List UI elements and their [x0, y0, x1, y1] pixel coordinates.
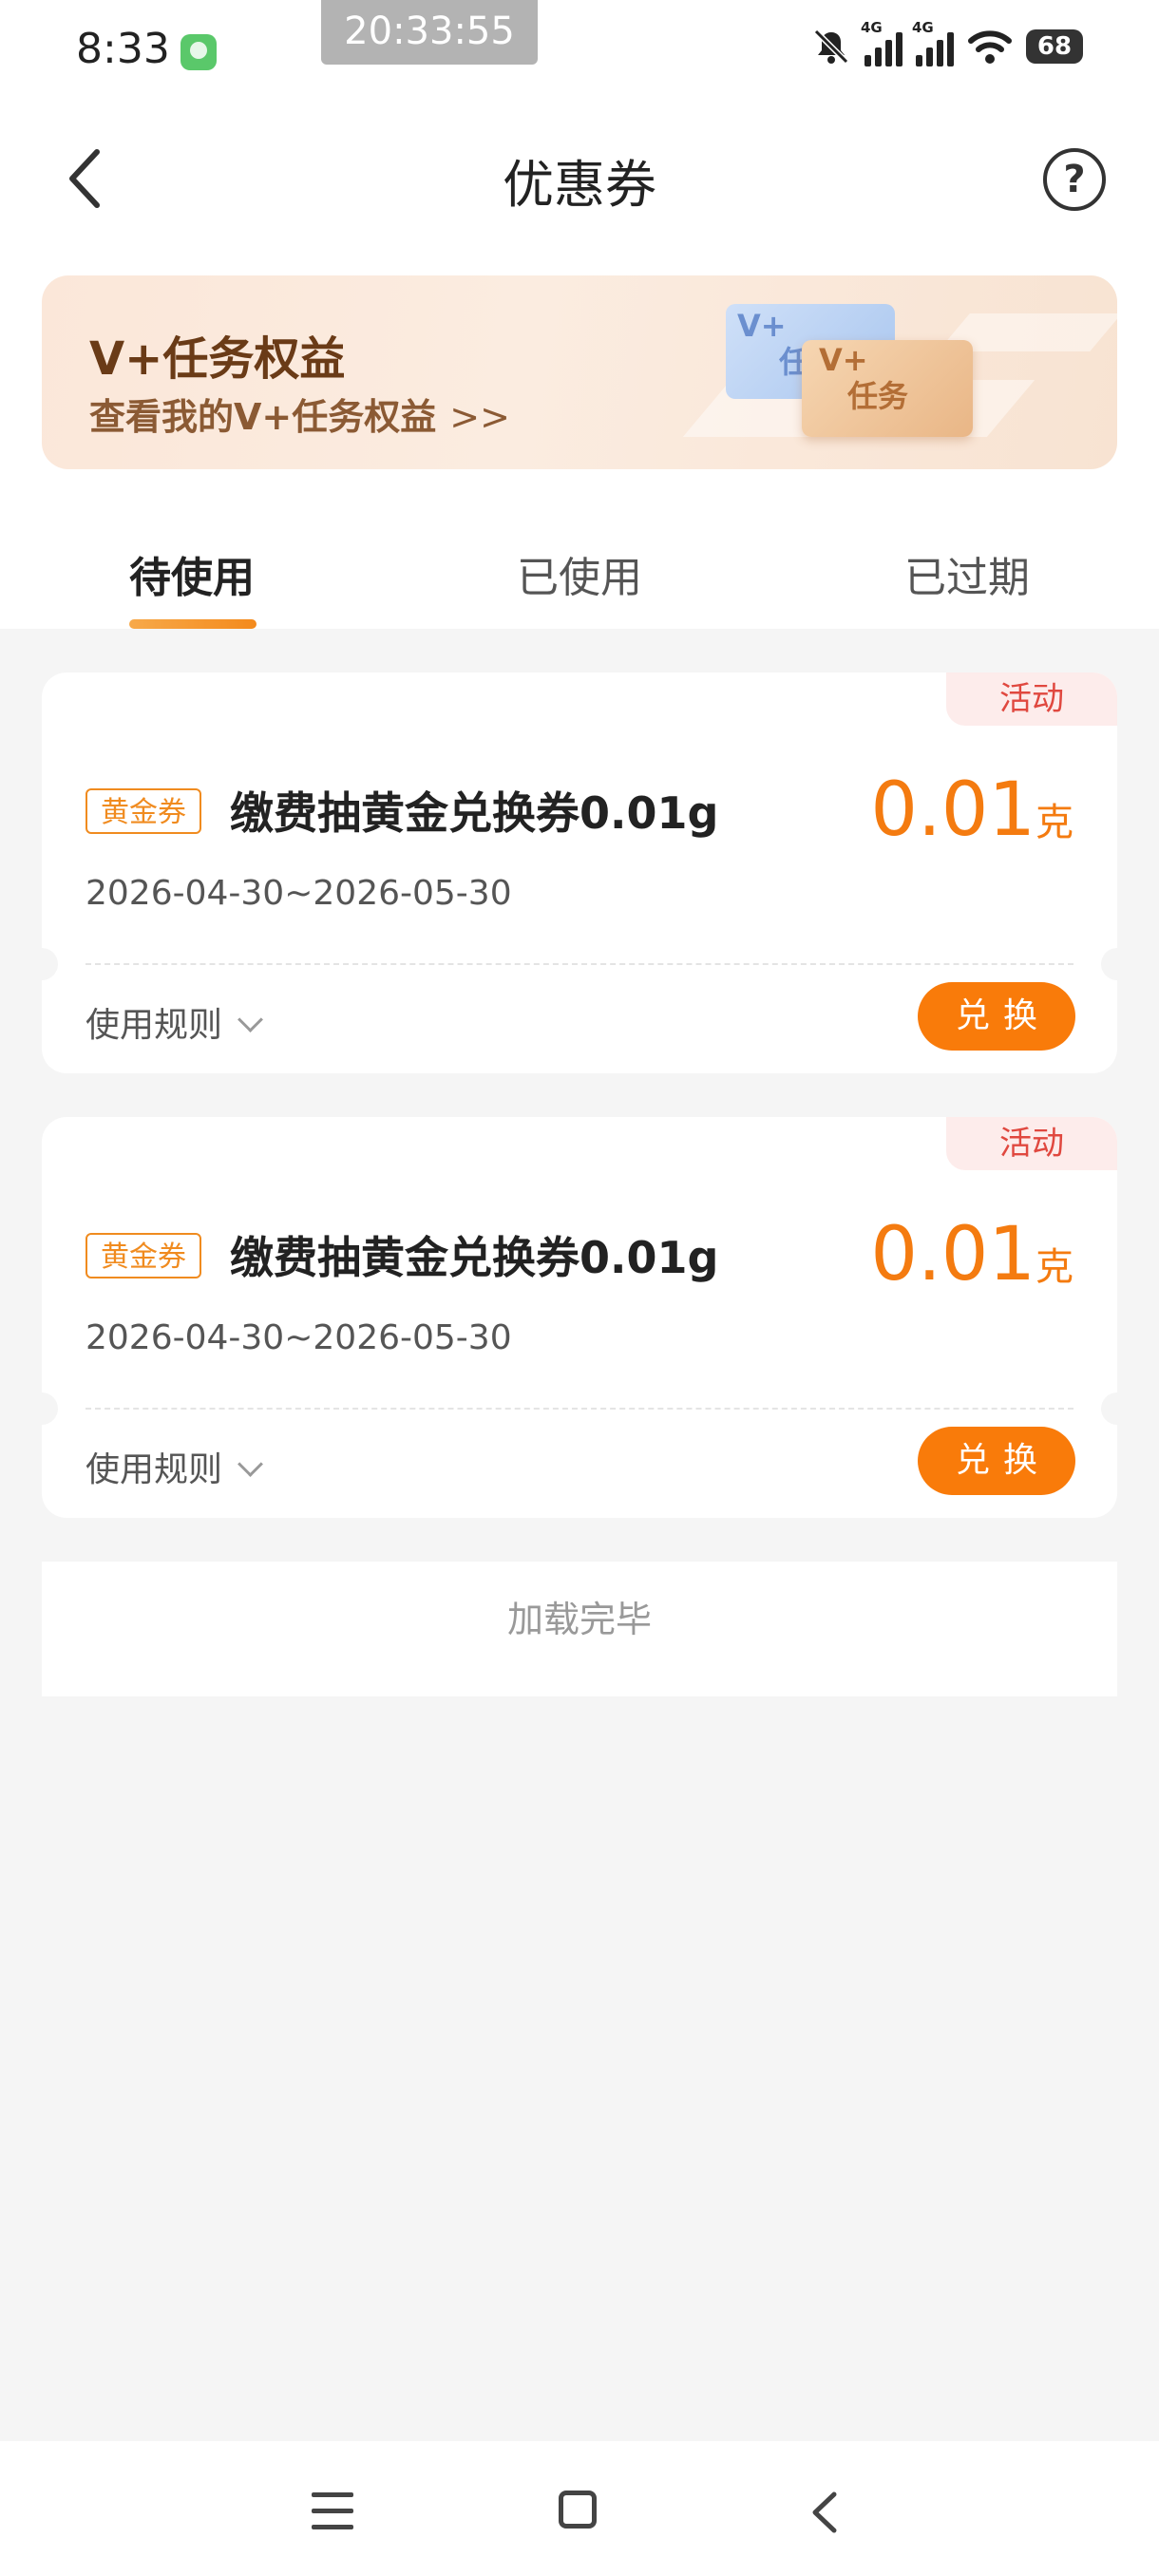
usage-rules-label: 使用规则: [86, 1450, 223, 1489]
redeem-button[interactable]: 兑换: [918, 982, 1075, 1051]
banner-title: V+任务权益: [89, 332, 346, 386]
activity-ribbon: 活动: [946, 1117, 1117, 1170]
usage-rules-label: 使用规则: [86, 1006, 223, 1045]
double-chevron-icon: >>: [449, 396, 510, 438]
tab-unused[interactable]: 待使用: [129, 543, 255, 604]
chevron-down-icon: [238, 1007, 263, 1032]
activity-ribbon: 活动: [946, 672, 1117, 726]
vplus-banner[interactable]: V+任务权益 查看我的V+任务权益 >> V+ 任 V+ 任务: [42, 275, 1117, 469]
banner-subtitle-text: 查看我的V+任务权益: [89, 396, 437, 438]
coupon-amount: 0.01克: [870, 767, 1074, 853]
coupon-type-tag: 黄金券: [86, 1233, 201, 1279]
tab-used[interactable]: 已使用: [517, 543, 642, 604]
page-title: 优惠券: [503, 155, 656, 215]
coupon-name: 缴费抽黄金兑换券0.01g: [230, 1232, 719, 1283]
system-nav-bar: [0, 2441, 1159, 2576]
coupon-divider: [86, 963, 1074, 965]
signal-2-icon: 4G: [912, 19, 954, 66]
coupon-date-range: 2026-04-30~2026-05-30: [86, 1318, 512, 1357]
tool-app-icon: [180, 34, 217, 70]
coupon-card: 活动 黄金券 缴费抽黄金兑换券0.01g 0.01克 2026-04-30~20…: [42, 672, 1117, 1073]
active-tab-indicator: [129, 619, 256, 629]
tab-expired[interactable]: 已过期: [904, 543, 1030, 604]
usage-rules-toggle[interactable]: 使用规则: [86, 997, 263, 1047]
status-time: 8:33: [76, 25, 170, 73]
status-icons: 4G 4G 68: [811, 19, 1083, 66]
usage-rules-toggle[interactable]: 使用规则: [86, 1442, 263, 1491]
redeem-button[interactable]: 兑换: [918, 1427, 1075, 1495]
help-icon[interactable]: ?: [1043, 148, 1106, 211]
home-icon[interactable]: [559, 2491, 597, 2529]
wifi-icon: [968, 30, 1012, 64]
coupon-type-tag: 黄金券: [86, 788, 201, 834]
coupon-card: 活动 黄金券 缴费抽黄金兑换券0.01g 0.01克 2026-04-30~20…: [42, 1117, 1117, 1518]
nav-back-icon[interactable]: [806, 2489, 844, 2536]
coupon-date-range: 2026-04-30~2026-05-30: [86, 874, 512, 913]
coupon-divider: [86, 1408, 1074, 1410]
recent-apps-icon[interactable]: [312, 2492, 353, 2530]
mute-bell-icon: [813, 28, 849, 65]
chevron-down-icon: [238, 1451, 263, 1477]
coupon-amount-value: 0.01: [870, 767, 1036, 853]
banner-subtitle: 查看我的V+任务权益 >>: [89, 388, 510, 440]
coupon-amount-unit: 克: [1036, 1245, 1074, 1289]
coupon-amount-value: 0.01: [870, 1212, 1036, 1297]
vplus-card-front-illustration: V+ 任务: [802, 340, 973, 437]
signal-1-icon: 4G: [861, 19, 902, 66]
coupon-name: 缴费抽黄金兑换券0.01g: [230, 787, 719, 839]
coupon-amount: 0.01克: [870, 1212, 1074, 1297]
battery-icon: 68: [1026, 29, 1083, 64]
load-complete-text: 加载完毕: [42, 1562, 1117, 1696]
clock-overlay: 20:33:55: [321, 0, 538, 65]
coupon-amount-unit: 克: [1036, 801, 1074, 844]
